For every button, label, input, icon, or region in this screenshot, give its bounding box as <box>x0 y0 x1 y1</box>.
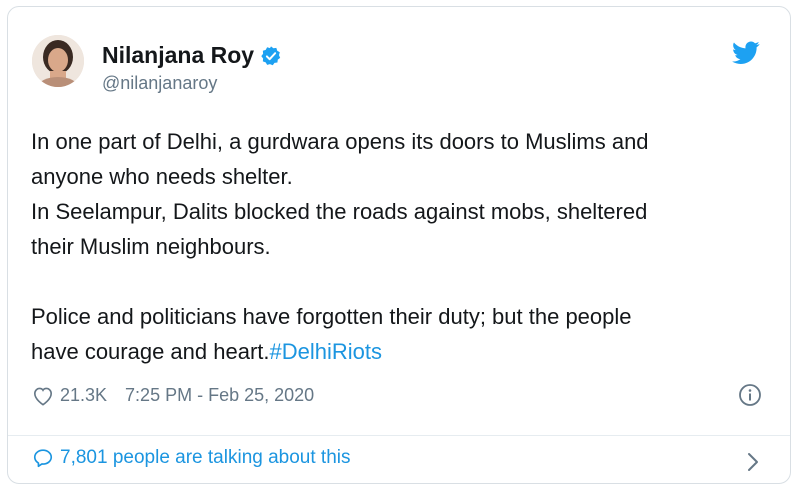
tweet-line: anyone who needs shelter. <box>31 164 293 189</box>
handle[interactable]: @nilanjanaroy <box>102 73 217 94</box>
info-icon[interactable] <box>738 383 762 407</box>
like-count[interactable]: 21.3K <box>60 385 107 406</box>
tweet-line: Police and politicians have forgotten th… <box>31 304 632 329</box>
divider <box>8 435 790 436</box>
hashtag-link[interactable]: #DelhiRiots <box>270 339 383 364</box>
tweet-text: In one part of Delhi, a gurdwara opens i… <box>31 124 771 369</box>
avatar-photo <box>32 35 84 87</box>
timestamp[interactable]: 7:25 PM - Feb 25, 2020 <box>125 385 314 406</box>
chevron-right-icon[interactable] <box>746 451 760 473</box>
talking-link[interactable]: 7,801 people are talking about this <box>32 447 772 469</box>
speech-bubble-icon <box>33 449 53 468</box>
display-name[interactable]: Nilanjana Roy <box>102 42 254 69</box>
tweet-line: In Seelampur, Dalits blocked the roads a… <box>31 199 648 224</box>
avatar[interactable] <box>32 35 84 87</box>
talking-text[interactable]: 7,801 people are talking about this <box>60 447 351 469</box>
tweet-line-last: have courage and heart.#DelhiRiots <box>31 334 771 369</box>
verified-badge-icon <box>261 45 281 65</box>
tweet-line: their Muslim neighbours. <box>31 234 271 259</box>
tweet-line-text: have courage and heart. <box>31 339 270 364</box>
twitter-bird-icon[interactable] <box>732 41 760 65</box>
tweet-line: In one part of Delhi, a gurdwara opens i… <box>31 129 649 154</box>
heart-icon[interactable] <box>32 386 54 406</box>
tweet-card: Nilanjana Roy @nilanjanaroy In one part … <box>7 6 791 484</box>
